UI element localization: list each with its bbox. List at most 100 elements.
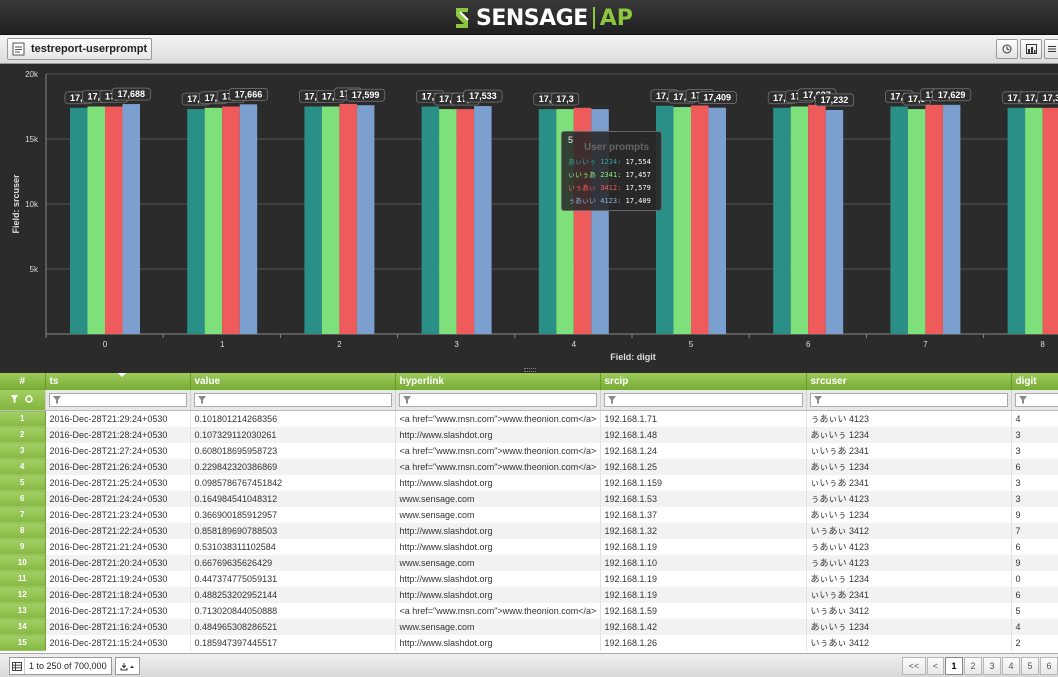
y-tick-label: 5k	[30, 265, 39, 274]
table-row[interactable]: 1 2016-Dec-28T21:29:24+0530 0.101801214268…	[0, 410, 1058, 427]
report-tab-label: testreport-userprompt	[31, 43, 148, 55]
app-window: SENSAGE AP testreport-userprompt 20k 15k…	[0, 0, 1058, 677]
table-row[interactable]: 11 2016-Dec-28T21:19:24+0530 0.44737477505…	[0, 570, 1058, 587]
column-header-ts[interactable]: ts	[45, 373, 191, 390]
filter-hyperlink[interactable]	[395, 390, 601, 411]
brand-suffix: AP	[599, 5, 633, 31]
table-icon[interactable]	[10, 658, 25, 674]
cell-srcip: 192.168.1.42	[600, 618, 807, 635]
column-header-srcip[interactable]: srcip	[600, 373, 807, 390]
cell-srcuser: ぅあぃい 4123	[806, 490, 1012, 507]
table-row[interactable]: 14 2016-Dec-28T21:16:24+0530 0.48496530828…	[0, 618, 1058, 635]
column-header-label: ts	[49, 376, 59, 387]
page-button-5[interactable]: 5	[1021, 657, 1039, 675]
table-row[interactable]: 6 2016-Dec-28T21:24:24+0530 0.164984541048…	[0, 490, 1058, 507]
cell-ts: 2016-Dec-28T21:27:24+0530	[45, 442, 191, 459]
filter-options-icons[interactable]	[9, 394, 35, 404]
page-button-6[interactable]: 6	[1040, 657, 1058, 675]
column-header-value[interactable]: value	[190, 373, 396, 390]
data-label: 17,599	[352, 90, 380, 100]
column-header-srcuser[interactable]: srcuser	[806, 373, 1012, 390]
filter-icon	[813, 396, 822, 404]
filter-input[interactable]	[48, 393, 187, 407]
filter-icon	[402, 396, 411, 404]
cell-srcip: 192.168.1.19	[600, 538, 807, 555]
table-row[interactable]: 5 2016-Dec-28T21:25:24+0530 0.098578676745…	[0, 474, 1058, 491]
cell-digit: 7	[1011, 522, 1058, 539]
cell-digit: 0	[1011, 570, 1058, 587]
table-row[interactable]: 7 2016-Dec-28T21:23:24+0530 0.366900185912…	[0, 506, 1058, 523]
column-header-rownum[interactable]: #	[0, 373, 46, 390]
table-row[interactable]: 12 2016-Dec-28T21:18:24+0530 0.48825320295…	[0, 586, 1058, 603]
table-row[interactable]: 8 2016-Dec-28T21:22:24+0530 0.858189690788…	[0, 522, 1058, 539]
x-tick-label: 8	[1040, 340, 1045, 349]
cell-srcuser: ぃいぅあ 2341	[806, 586, 1012, 603]
cell-hyperlink: http://www.slashdot.org	[395, 474, 601, 491]
page-button-3[interactable]: 3	[983, 657, 1001, 675]
x-tick-label: 1	[220, 340, 225, 349]
column-header-digit[interactable]: digit	[1011, 373, 1058, 390]
tooltip-row-value: 17,554	[625, 158, 651, 166]
page-button-2[interactable]: 2	[964, 657, 982, 675]
filter-input[interactable]	[1014, 393, 1058, 407]
menu-button[interactable]	[1044, 39, 1058, 59]
table-row[interactable]: 2 2016-Dec-28T21:28:24+0530 0.107329112030…	[0, 426, 1058, 443]
history-button[interactable]	[996, 39, 1018, 59]
menu-icon	[1048, 46, 1056, 52]
cell-hyperlink: <a href="www.msn.com">www.theonion.com</…	[395, 442, 601, 459]
cell-rownum: 13	[0, 602, 46, 619]
filter-input[interactable]	[809, 393, 1008, 407]
data-label: 17,409	[703, 93, 731, 103]
data-label: 17,232	[821, 95, 849, 105]
column-header-hyperlink[interactable]: hyperlink	[395, 373, 601, 390]
filter-digit[interactable]	[1011, 390, 1058, 411]
cell-hyperlink: <a href="www.msn.com">www.theonion.com</…	[395, 602, 601, 619]
table-row[interactable]: 9 2016-Dec-28T21:21:24+0530 0.531038311102…	[0, 538, 1058, 555]
filter-value[interactable]	[190, 390, 396, 411]
cell-digit: 9	[1011, 554, 1058, 571]
record-range-text: 1 to 250 of 700,000	[29, 661, 107, 671]
brand-name: SENSAGE	[476, 5, 588, 31]
cell-srcip: 192.168.1.59	[600, 602, 807, 619]
page-button-4[interactable]: 4	[1002, 657, 1020, 675]
table-row[interactable]: 10 2016-Dec-28T21:20:24+0530 0.66769635626…	[0, 554, 1058, 571]
filter-srcip[interactable]	[600, 390, 807, 411]
filter-srcuser[interactable]	[806, 390, 1012, 411]
splitter-grip-icon[interactable]	[524, 368, 536, 372]
bar	[421, 106, 440, 334]
results-grid: # ts value hyperlink srcip srcuser digit	[0, 373, 1058, 653]
cell-ts: 2016-Dec-28T21:23:24+0530	[45, 506, 191, 523]
cell-rownum: 6	[0, 490, 46, 507]
bar	[925, 104, 943, 334]
cell-digit: 3	[1011, 490, 1058, 507]
chart-toggle-button[interactable]	[1020, 39, 1042, 59]
filter-ts[interactable]	[45, 390, 191, 411]
cell-digit: 9	[1011, 506, 1058, 523]
filter-input[interactable]	[603, 393, 803, 407]
cell-srcip: 192.168.1.48	[600, 426, 807, 443]
table-row[interactable]: 13 2016-Dec-28T21:17:24+0530 0.71302084405…	[0, 602, 1058, 619]
filter-input[interactable]	[193, 393, 392, 407]
export-button[interactable]	[115, 657, 140, 675]
cell-srcuser: あぃいぅ 1234	[806, 618, 1012, 635]
first-page-button[interactable]: <<	[902, 657, 926, 675]
tooltip-row-value: 17,409	[625, 197, 651, 205]
filter-input[interactable]	[398, 393, 597, 407]
table-row[interactable]: 4 2016-Dec-28T21:26:24+0530 0.229842320386…	[0, 458, 1058, 475]
cell-srcip: 192.168.1.10	[600, 554, 807, 571]
cell-srcip: 192.168.1.24	[600, 442, 807, 459]
bar-chart: 20k 15k 10k 5k Field: srcuser Field: digit 0 17…	[0, 64, 1058, 367]
bar	[942, 104, 961, 334]
table-row[interactable]: 3 2016-Dec-28T21:27:24+0530 0.608018695958…	[0, 442, 1058, 459]
filter-icon	[197, 396, 206, 404]
cell-srcuser: ぃいぅあ 2341	[806, 474, 1012, 491]
brand-separator	[592, 7, 595, 29]
y-tick-label: 20k	[25, 70, 39, 79]
tooltip-row-label: いぅあぃ 3412:	[568, 184, 622, 192]
page-button-1[interactable]: 1	[945, 657, 963, 675]
prev-page-button[interactable]: <	[927, 657, 944, 675]
table-row[interactable]: 15 2016-Dec-28T21:15:24+0530 0.18594739744…	[0, 634, 1058, 651]
brand-logo: SENSAGE AP	[452, 5, 633, 31]
report-tab[interactable]: testreport-userprompt	[7, 38, 153, 60]
cell-ts: 2016-Dec-28T21:18:24+0530	[45, 586, 191, 603]
